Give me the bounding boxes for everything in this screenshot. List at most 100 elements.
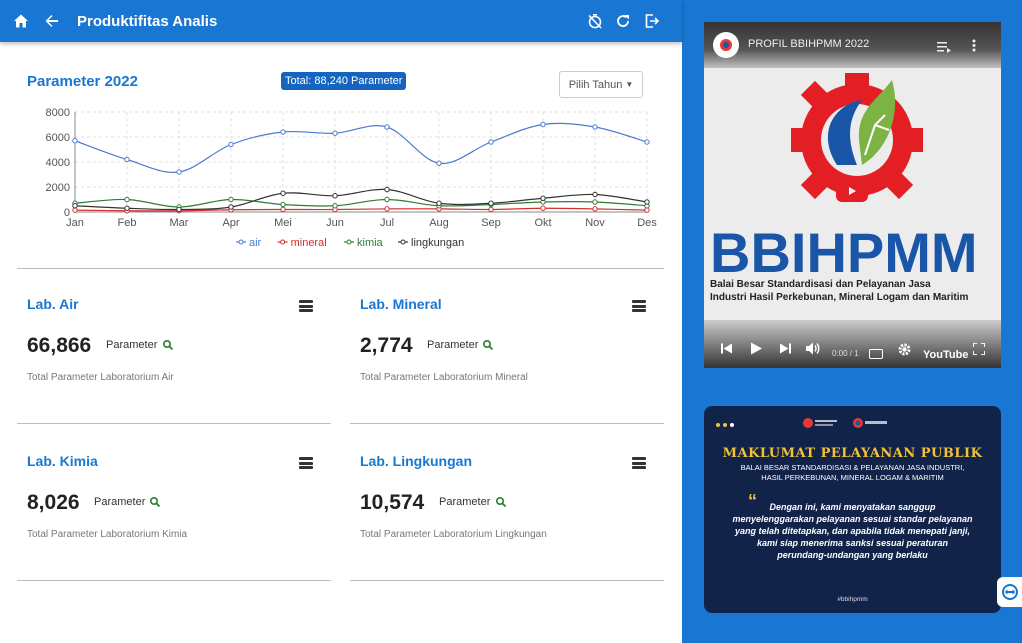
x-tick-label: Jun <box>326 217 344 229</box>
youtube-logo[interactable]: YouTube <box>923 349 968 361</box>
play-button[interactable] <box>836 180 868 202</box>
data-point-air <box>332 130 338 136</box>
lab-card-description: Total Parameter Laboratorium Kimia <box>27 529 188 540</box>
data-point-air <box>488 139 494 145</box>
home-icon[interactable] <box>10 10 32 32</box>
x-tick-label: Mar <box>170 217 189 229</box>
poster-subtitle-line-1: BALAI BESAR STANDARDISASI & PELAYANAN JA… <box>740 463 965 472</box>
search-icon[interactable] <box>162 338 174 351</box>
lab-card-value: 10,574 <box>360 491 425 514</box>
lab-card-value: 2,774 <box>360 334 413 357</box>
data-point-lingkungan <box>644 199 650 205</box>
list-menu-icon[interactable] <box>632 300 646 312</box>
search-icon[interactable] <box>149 495 161 508</box>
playlist-icon[interactable] <box>937 40 951 58</box>
skip-previous-icon[interactable] <box>721 341 732 359</box>
lab-card-description: Total Parameter Laboratorium Lingkungan <box>360 529 547 540</box>
data-point-lingkungan <box>280 190 286 196</box>
parameter-label: Parameter <box>427 339 479 351</box>
data-point-kimia <box>332 203 338 209</box>
parameter-label: Parameter <box>439 496 491 508</box>
lab-card-value: 8,026 <box>27 491 80 514</box>
poster-hashtag: #bbihpmm <box>837 596 868 603</box>
volume-icon[interactable] <box>806 342 821 360</box>
search-icon[interactable] <box>482 338 494 351</box>
legend-label-lingkungan: lingkungan <box>411 237 464 249</box>
total-badge: Total: 88,240 Parameter <box>281 72 407 90</box>
section-divider <box>17 268 664 269</box>
lab-card-value: 66,866 <box>27 334 92 357</box>
video-player[interactable]: PROFIL BBIHPMM 2022 BBIHPMM Balai Besar … <box>704 22 1001 368</box>
brand-subtitle-line-2: Industri Hasil Perkebunan, Mineral Logam… <box>710 292 969 303</box>
poster-logos <box>802 417 888 429</box>
refresh-icon[interactable] <box>612 10 634 32</box>
data-point-lingkungan <box>124 205 130 211</box>
video-title: PROFIL BBIHPMM 2022 <box>748 38 870 50</box>
poster-subtitle-line-2: HASIL PERKEBUNAN, MINERAL LOGAM & MARITI… <box>761 473 944 482</box>
logout-icon[interactable] <box>641 10 663 32</box>
legend-marker-lingkungan <box>400 239 406 245</box>
data-point-mineral <box>384 206 390 212</box>
more-vert-icon[interactable] <box>972 39 976 57</box>
fullscreen-icon[interactable] <box>972 342 986 360</box>
search-icon[interactable] <box>495 495 507 508</box>
channel-avatar[interactable] <box>713 32 739 58</box>
back-arrow-icon[interactable] <box>41 10 63 32</box>
line-chart: 02000400060008000Jan Feb Mar Apr Mei Jun Jul Au… <box>46 107 658 249</box>
year-select-label: Pilih Tahun <box>568 78 623 91</box>
data-point-kimia <box>228 196 234 203</box>
data-point-kimia <box>124 196 130 203</box>
captions-icon[interactable] <box>869 349 883 359</box>
lab-card-description: Total Parameter Laboratorium Mineral <box>360 372 528 383</box>
legend-marker-air <box>238 239 244 245</box>
data-point-kimia <box>280 201 286 208</box>
window-dots <box>716 423 734 427</box>
data-point-mineral <box>72 207 78 213</box>
data-point-air <box>280 129 286 135</box>
brand-name: BBIHPMM <box>710 221 978 284</box>
y-tick-label: 4000 <box>46 157 70 169</box>
legend-label-kimia: kimia <box>357 237 384 249</box>
x-tick-label: Jul <box>380 217 394 229</box>
data-point-lingkungan <box>72 203 78 209</box>
data-point-air <box>384 124 390 130</box>
page-title: Produktifitas Analis <box>77 13 218 30</box>
x-tick-label: Aug <box>429 217 449 229</box>
lab-card-mineral: Lab. Mineral 2,774 Parameter Total Param… <box>350 284 664 424</box>
app-header: Produktifitas Analis <box>0 0 682 42</box>
skip-next-icon[interactable] <box>780 341 791 359</box>
list-menu-icon[interactable] <box>299 457 313 469</box>
x-tick-label: Sep <box>481 217 501 229</box>
series-line-kimia <box>74 198 648 208</box>
parameter-label: Parameter <box>106 339 158 351</box>
data-point-air <box>228 141 234 148</box>
caret-down-icon: ▼ <box>625 80 634 89</box>
data-point-kimia <box>384 196 390 203</box>
series-line-air <box>74 122 648 173</box>
x-tick-label: Jan <box>66 217 84 229</box>
x-tick-label: Mei <box>274 217 292 229</box>
x-tick-label: Feb <box>118 217 137 229</box>
play-icon[interactable] <box>750 342 762 360</box>
teamviewer-button[interactable] <box>997 577 1022 607</box>
data-point-air <box>592 124 598 130</box>
x-tick-label: Des <box>637 217 657 229</box>
legend-label-mineral: mineral <box>291 237 327 249</box>
x-tick-label: Apr <box>222 217 239 229</box>
data-point-lingkungan <box>592 191 598 198</box>
settings-icon[interactable] <box>898 343 911 361</box>
x-tick-label: Nov <box>585 217 605 229</box>
data-point-lingkungan <box>436 200 442 206</box>
timer-off-icon[interactable] <box>584 10 606 32</box>
lab-card-kimia: Lab. Kimia 8,026 Parameter Total Paramet… <box>17 441 331 581</box>
list-menu-icon[interactable] <box>299 300 313 312</box>
year-select[interactable]: Pilih Tahun ▼ <box>559 71 643 98</box>
poster-quote: Dengan ini, kami menyatakan sanggup meny… <box>732 502 973 560</box>
main-content: Parameter 2022 Total: 88,240 Parameter P… <box>0 42 682 643</box>
data-point-lingkungan <box>176 206 182 213</box>
legend-label-air: air <box>249 237 262 249</box>
list-menu-icon[interactable] <box>632 457 646 469</box>
chart-title: Parameter 2022 <box>27 73 138 90</box>
poster-heading: MAKLUMAT PELAYANAN PUBLIK <box>722 446 983 461</box>
series-line-lingkungan <box>74 188 648 211</box>
